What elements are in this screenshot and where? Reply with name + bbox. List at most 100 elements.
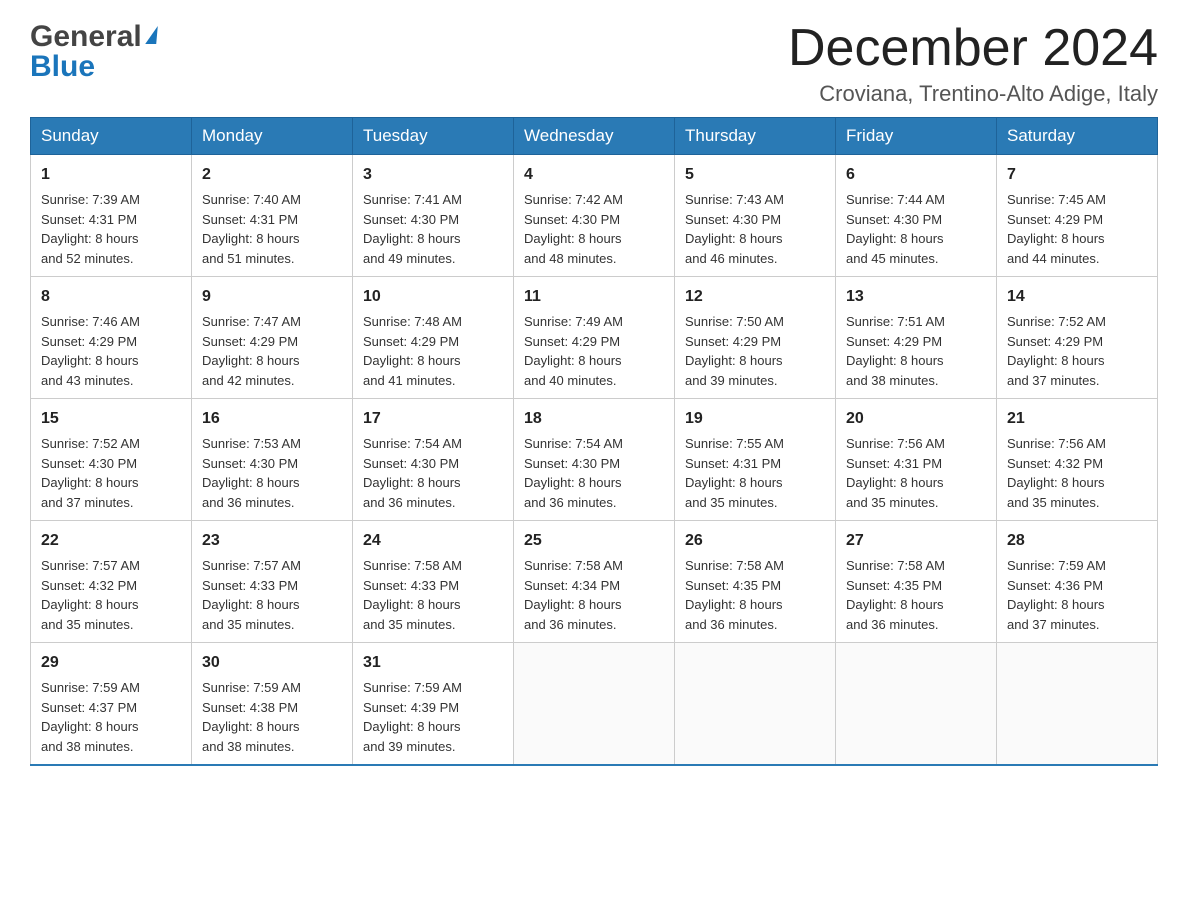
day-number: 15 bbox=[41, 407, 181, 431]
calendar-cell: 31Sunrise: 7:59 AMSunset: 4:39 PMDayligh… bbox=[353, 643, 514, 766]
sunset-text: Sunset: 4:30 PM bbox=[363, 454, 503, 474]
sunset-text: Sunset: 4:30 PM bbox=[524, 210, 664, 230]
calendar-cell: 28Sunrise: 7:59 AMSunset: 4:36 PMDayligh… bbox=[997, 521, 1158, 643]
day-info: Sunrise: 7:54 AMSunset: 4:30 PMDaylight:… bbox=[363, 434, 503, 512]
calendar-cell: 16Sunrise: 7:53 AMSunset: 4:30 PMDayligh… bbox=[192, 399, 353, 521]
calendar-cell: 25Sunrise: 7:58 AMSunset: 4:34 PMDayligh… bbox=[514, 521, 675, 643]
daylight-text: Daylight: 8 hours bbox=[524, 229, 664, 249]
calendar-cell: 24 Sunrise: 7:58 AMSunset: 4:33 PMDayligh… bbox=[353, 521, 514, 643]
day-number: 28 bbox=[1007, 529, 1147, 553]
daylight-minutes: and 36 minutes. bbox=[685, 615, 825, 635]
daylight-minutes: and 49 minutes. bbox=[363, 249, 503, 269]
day-info: Sunrise: 7:49 AMSunset: 4:29 PMDaylight:… bbox=[524, 312, 664, 390]
sunrise-text: Sunrise: 7:51 AM bbox=[846, 312, 986, 332]
daylight-minutes: and 46 minutes. bbox=[685, 249, 825, 269]
calendar-cell: 3Sunrise: 7:41 AMSunset: 4:30 PMDaylight… bbox=[353, 155, 514, 277]
day-info: Sunrise: 7:48 AMSunset: 4:29 PMDaylight:… bbox=[363, 312, 503, 390]
daylight-text: Daylight: 8 hours bbox=[202, 595, 342, 615]
day-info: Sunrise: 7:58 AMSunset: 4:33 PMDaylight:… bbox=[363, 556, 503, 634]
sunrise-text: Sunrise: 7:47 AM bbox=[202, 312, 342, 332]
sunrise-text: Sunrise: 7:57 AM bbox=[202, 556, 342, 576]
daylight-text: Daylight: 8 hours bbox=[41, 229, 181, 249]
daylight-minutes: and 35 minutes. bbox=[846, 493, 986, 513]
logo: General Blue bbox=[30, 20, 157, 84]
sunset-text: Sunset: 4:37 PM bbox=[41, 698, 181, 718]
daylight-text: Daylight: 8 hours bbox=[685, 229, 825, 249]
sunset-text: Sunset: 4:36 PM bbox=[1007, 576, 1147, 596]
day-number: 7 bbox=[1007, 163, 1147, 187]
daylight-minutes: and 39 minutes. bbox=[363, 737, 503, 757]
sunset-text: Sunset: 4:29 PM bbox=[524, 332, 664, 352]
logo-general-text: General bbox=[30, 20, 142, 54]
day-number: 30 bbox=[202, 651, 342, 675]
weekday-header-friday: Friday bbox=[836, 118, 997, 155]
sunset-text: Sunset: 4:30 PM bbox=[202, 454, 342, 474]
daylight-text: Daylight: 8 hours bbox=[685, 595, 825, 615]
sunrise-text: Sunrise: 7:50 AM bbox=[685, 312, 825, 332]
calendar-title: December 2024 bbox=[788, 20, 1158, 77]
sunset-text: Sunset: 4:33 PM bbox=[202, 576, 342, 596]
sunrise-text: Sunrise: 7:54 AM bbox=[524, 434, 664, 454]
day-number: 9 bbox=[202, 285, 342, 309]
calendar-cell: 22Sunrise: 7:57 AMSunset: 4:32 PMDayligh… bbox=[31, 521, 192, 643]
weekday-header-thursday: Thursday bbox=[675, 118, 836, 155]
sunset-text: Sunset: 4:31 PM bbox=[685, 454, 825, 474]
day-number: 10 bbox=[363, 285, 503, 309]
day-info: Sunrise: 7:51 AMSunset: 4:29 PMDaylight:… bbox=[846, 312, 986, 390]
sunset-text: Sunset: 4:29 PM bbox=[846, 332, 986, 352]
day-number: 11 bbox=[524, 285, 664, 309]
daylight-minutes: and 51 minutes. bbox=[202, 249, 342, 269]
daylight-minutes: and 48 minutes. bbox=[524, 249, 664, 269]
daylight-text: Daylight: 8 hours bbox=[524, 595, 664, 615]
daylight-text: Daylight: 8 hours bbox=[363, 351, 503, 371]
day-info: Sunrise: 7:39 AMSunset: 4:31 PMDaylight:… bbox=[41, 190, 181, 268]
daylight-minutes: and 35 minutes. bbox=[363, 615, 503, 635]
sunset-text: Sunset: 4:32 PM bbox=[1007, 454, 1147, 474]
sunrise-text: Sunrise: 7:45 AM bbox=[1007, 190, 1147, 210]
calendar-week-row: 15Sunrise: 7:52 AMSunset: 4:30 PMDayligh… bbox=[31, 399, 1158, 521]
logo-triangle-icon bbox=[145, 26, 158, 44]
day-number: 12 bbox=[685, 285, 825, 309]
daylight-text: Daylight: 8 hours bbox=[1007, 229, 1147, 249]
day-info: Sunrise: 7:59 AMSunset: 4:37 PMDaylight:… bbox=[41, 678, 181, 756]
sunset-text: Sunset: 4:29 PM bbox=[1007, 210, 1147, 230]
sunset-text: Sunset: 4:29 PM bbox=[363, 332, 503, 352]
day-number: 27 bbox=[846, 529, 986, 553]
calendar-week-row: 1 Sunrise: 7:39 AMSunset: 4:31 PMDaylight… bbox=[31, 155, 1158, 277]
day-number: 19 bbox=[685, 407, 825, 431]
daylight-minutes: and 43 minutes. bbox=[41, 371, 181, 391]
sunrise-text: Sunrise: 7:46 AM bbox=[41, 312, 181, 332]
sunset-text: Sunset: 4:30 PM bbox=[41, 454, 181, 474]
sunset-text: Sunset: 4:35 PM bbox=[685, 576, 825, 596]
daylight-minutes: and 42 minutes. bbox=[202, 371, 342, 391]
sunset-text: Sunset: 4:30 PM bbox=[685, 210, 825, 230]
day-number: 14 bbox=[1007, 285, 1147, 309]
calendar-cell: 14 Sunrise: 7:52 AMSunset: 4:29 PMDayligh… bbox=[997, 277, 1158, 399]
day-info: Sunrise: 7:55 AMSunset: 4:31 PMDaylight:… bbox=[685, 434, 825, 512]
calendar-cell: 1 Sunrise: 7:39 AMSunset: 4:31 PMDaylight… bbox=[31, 155, 192, 277]
daylight-text: Daylight: 8 hours bbox=[363, 473, 503, 493]
sunrise-text: Sunrise: 7:58 AM bbox=[846, 556, 986, 576]
sunset-text: Sunset: 4:31 PM bbox=[846, 454, 986, 474]
sunrise-text: Sunrise: 7:41 AM bbox=[363, 190, 503, 210]
calendar-cell: 4Sunrise: 7:42 AMSunset: 4:30 PMDaylight… bbox=[514, 155, 675, 277]
calendar-cell: 29 Sunrise: 7:59 AMSunset: 4:37 PMDayligh… bbox=[31, 643, 192, 766]
day-info: Sunrise: 7:52 AMSunset: 4:29 PMDaylight:… bbox=[1007, 312, 1147, 390]
calendar-cell: 11 Sunrise: 7:49 AMSunset: 4:29 PMDayligh… bbox=[514, 277, 675, 399]
calendar-cell: 6Sunrise: 7:44 AMSunset: 4:30 PMDaylight… bbox=[836, 155, 997, 277]
day-info: Sunrise: 7:57 AMSunset: 4:32 PMDaylight:… bbox=[41, 556, 181, 634]
day-number: 24 bbox=[363, 529, 503, 553]
day-info: Sunrise: 7:47 AMSunset: 4:29 PMDaylight:… bbox=[202, 312, 342, 390]
daylight-minutes: and 38 minutes. bbox=[41, 737, 181, 757]
sunset-text: Sunset: 4:29 PM bbox=[1007, 332, 1147, 352]
calendar-subtitle: Croviana, Trentino-Alto Adige, Italy bbox=[788, 81, 1158, 107]
day-number: 18 bbox=[524, 407, 664, 431]
daylight-minutes: and 36 minutes. bbox=[524, 493, 664, 513]
day-number: 21 bbox=[1007, 407, 1147, 431]
sunrise-text: Sunrise: 7:49 AM bbox=[524, 312, 664, 332]
weekday-header-saturday: Saturday bbox=[997, 118, 1158, 155]
sunrise-text: Sunrise: 7:54 AM bbox=[363, 434, 503, 454]
day-number: 29 bbox=[41, 651, 181, 675]
day-number: 1 bbox=[41, 163, 181, 187]
calendar-cell bbox=[675, 643, 836, 766]
